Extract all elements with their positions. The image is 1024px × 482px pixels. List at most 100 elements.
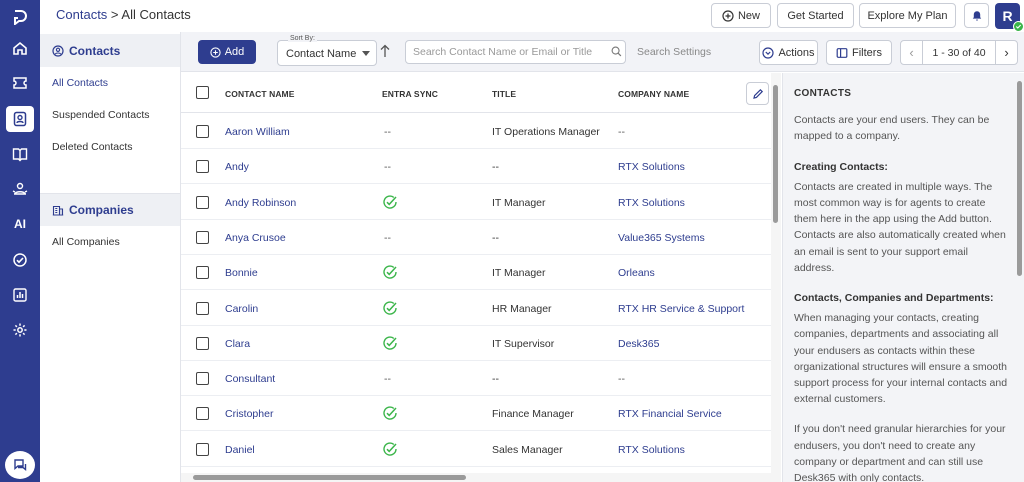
row-checkbox[interactable]	[196, 336, 209, 350]
home-icon[interactable]	[6, 35, 34, 61]
contact-name-link[interactable]: Consultant	[225, 373, 275, 385]
sidebar-item-all-companies[interactable]: All Companies	[52, 236, 120, 248]
service-desk-icon[interactable]	[6, 176, 34, 202]
help-heading: CONTACTS	[794, 88, 852, 99]
help-ccd-title: Contacts, Companies and Departments:	[794, 292, 994, 305]
contact-name-link[interactable]: Clara	[225, 338, 250, 350]
company-name-link[interactable]: Desk365	[618, 338, 659, 350]
search-settings-link[interactable]: Search Settings	[637, 46, 711, 58]
contact-name-link[interactable]: Aaron William	[225, 126, 290, 138]
contact-title: --	[492, 231, 499, 244]
contact-name-link[interactable]: Bonnie	[225, 267, 258, 279]
table-row[interactable]: Andy -- -- RTX Solutions	[181, 149, 771, 185]
table-row[interactable]: Consultant -- -- --	[181, 361, 771, 397]
row-checkbox[interactable]	[196, 301, 209, 315]
help-ccd-body: When managing your contacts, creating co…	[794, 312, 1008, 406]
table-horizontal-scrollbar[interactable]	[181, 473, 781, 482]
sidebar-section-contacts: Contacts	[40, 34, 180, 67]
select-all-checkbox[interactable]	[196, 86, 209, 99]
table-row[interactable]: Cristopher Finance Manager RTX Financial S…	[181, 396, 771, 432]
company-name-empty: --	[618, 126, 625, 138]
contact-title: IT Manager	[492, 267, 546, 280]
ai-icon[interactable]: AI	[6, 211, 34, 237]
row-checkbox[interactable]	[196, 372, 209, 386]
company-name-link[interactable]: RTX Solutions	[618, 444, 685, 456]
chevron-left-icon[interactable]: ‹	[901, 41, 923, 64]
company-name-link[interactable]: Orleans	[618, 267, 655, 279]
knowledge-base-icon[interactable]	[6, 141, 34, 167]
row-checkbox[interactable]	[196, 195, 209, 209]
avatar[interactable]: R	[995, 3, 1024, 32]
table-row[interactable]: Clara IT Supervisor Desk365	[181, 326, 771, 361]
contacts-icon[interactable]	[6, 106, 34, 132]
row-checkbox[interactable]	[196, 230, 209, 244]
sidebar-item-all-contacts[interactable]: All Contacts	[52, 77, 108, 89]
reports-icon[interactable]	[6, 282, 34, 308]
sort-by-select[interactable]: Sort By: Contact Name	[277, 35, 377, 66]
column-header-entra-sync[interactable]: ENTRA SYNC	[382, 89, 438, 99]
search-input[interactable]	[405, 40, 626, 64]
contact-name-link[interactable]: Anya Crusoe	[225, 232, 286, 244]
table-row[interactable]: Anya Crusoe -- -- Value365 Systems	[181, 220, 771, 255]
company-name-link[interactable]: Value365 Systems	[618, 232, 705, 244]
sidebar-item-suspended-contacts[interactable]: Suspended Contacts	[52, 109, 149, 121]
breadcrumb-contacts-link[interactable]: Contacts	[56, 7, 107, 22]
contact-title: Finance Manager	[492, 408, 574, 421]
new-button[interactable]: New	[711, 3, 771, 28]
sidebar-section-contacts-label: Contacts	[69, 43, 121, 58]
help-intro: Contacts are your end users. They can be…	[794, 114, 990, 143]
table-vertical-scrollbar[interactable]	[771, 73, 781, 473]
row-checkbox[interactable]	[196, 442, 209, 456]
table-row[interactable]: Aaron William -- IT Operations Manager --	[181, 114, 771, 149]
contact-title: --	[492, 161, 499, 174]
table-row[interactable]: Carolin HR Manager RTX HR Service & Suppor…	[181, 291, 771, 326]
table-header: CONTACT NAME ENTRA SYNC TITLE COMPANY NA…	[181, 73, 781, 113]
actions-button[interactable]: Actions	[759, 40, 818, 65]
help-scrollbar-thumb[interactable]	[1017, 81, 1022, 276]
row-checkbox[interactable]	[196, 407, 209, 421]
chat-icon[interactable]	[5, 451, 35, 479]
table-row[interactable]: Bonnie IT Manager Orleans	[181, 255, 771, 291]
add-contact-button[interactable]: Add	[198, 40, 256, 64]
help-creating-body: Contacts are created in multiple ways. T…	[794, 180, 1006, 274]
scrollbar-thumb[interactable]	[193, 475, 466, 480]
settings-icon[interactable]	[6, 317, 34, 343]
row-checkbox[interactable]	[196, 125, 209, 138]
entra-sync-empty: --	[384, 373, 391, 386]
contact-name-link[interactable]: Cristopher	[225, 408, 273, 420]
company-name-link[interactable]: RTX Solutions	[618, 197, 685, 209]
notifications-button[interactable]	[964, 3, 989, 28]
contact-name-link[interactable]: Carolin	[225, 303, 258, 315]
contact-title: Sales Manager	[492, 443, 563, 456]
chevron-right-icon[interactable]: ›	[995, 41, 1017, 64]
column-header-title[interactable]: TITLE	[492, 89, 516, 99]
company-name-link[interactable]: RTX Financial Service	[618, 408, 722, 420]
contact-title: IT Operations Manager	[492, 126, 600, 138]
column-header-contact-name[interactable]: CONTACT NAME	[225, 89, 295, 99]
user-circle-icon	[52, 44, 64, 57]
column-header-company-name[interactable]: COMPANY NAME	[618, 89, 689, 99]
entra-sync-empty: --	[384, 161, 391, 174]
pencil-icon	[752, 88, 763, 99]
scrollbar-thumb[interactable]	[773, 85, 778, 223]
sidebar-item-deleted-contacts[interactable]: Deleted Contacts	[52, 141, 133, 153]
row-checkbox[interactable]	[196, 160, 209, 174]
contact-name-link[interactable]: Andy Robinson	[225, 197, 296, 209]
sort-ascending-icon[interactable]	[379, 44, 391, 58]
table-row[interactable]: Daniel Sales Manager RTX Solutions	[181, 432, 771, 467]
logo-icon[interactable]	[6, 4, 34, 30]
row-checkbox[interactable]	[196, 266, 209, 280]
table-row[interactable]: Andy Robinson IT Manager RTX Solutions	[181, 185, 771, 220]
get-started-button[interactable]: Get Started	[777, 3, 854, 28]
filters-button[interactable]: Filters	[826, 40, 892, 65]
explore-plan-button[interactable]: Explore My Plan	[859, 3, 956, 28]
contact-name-link[interactable]: Andy	[225, 161, 249, 173]
avatar-letter: R	[1002, 8, 1013, 24]
company-name-empty: --	[618, 373, 625, 386]
tickets-icon[interactable]	[6, 70, 34, 96]
tasks-icon[interactable]	[6, 247, 34, 273]
company-name-link[interactable]: RTX HR Service & Support	[618, 303, 744, 315]
edit-columns-button[interactable]	[746, 82, 769, 105]
contact-name-link[interactable]: Daniel	[225, 444, 255, 456]
company-name-link[interactable]: RTX Solutions	[618, 161, 685, 173]
